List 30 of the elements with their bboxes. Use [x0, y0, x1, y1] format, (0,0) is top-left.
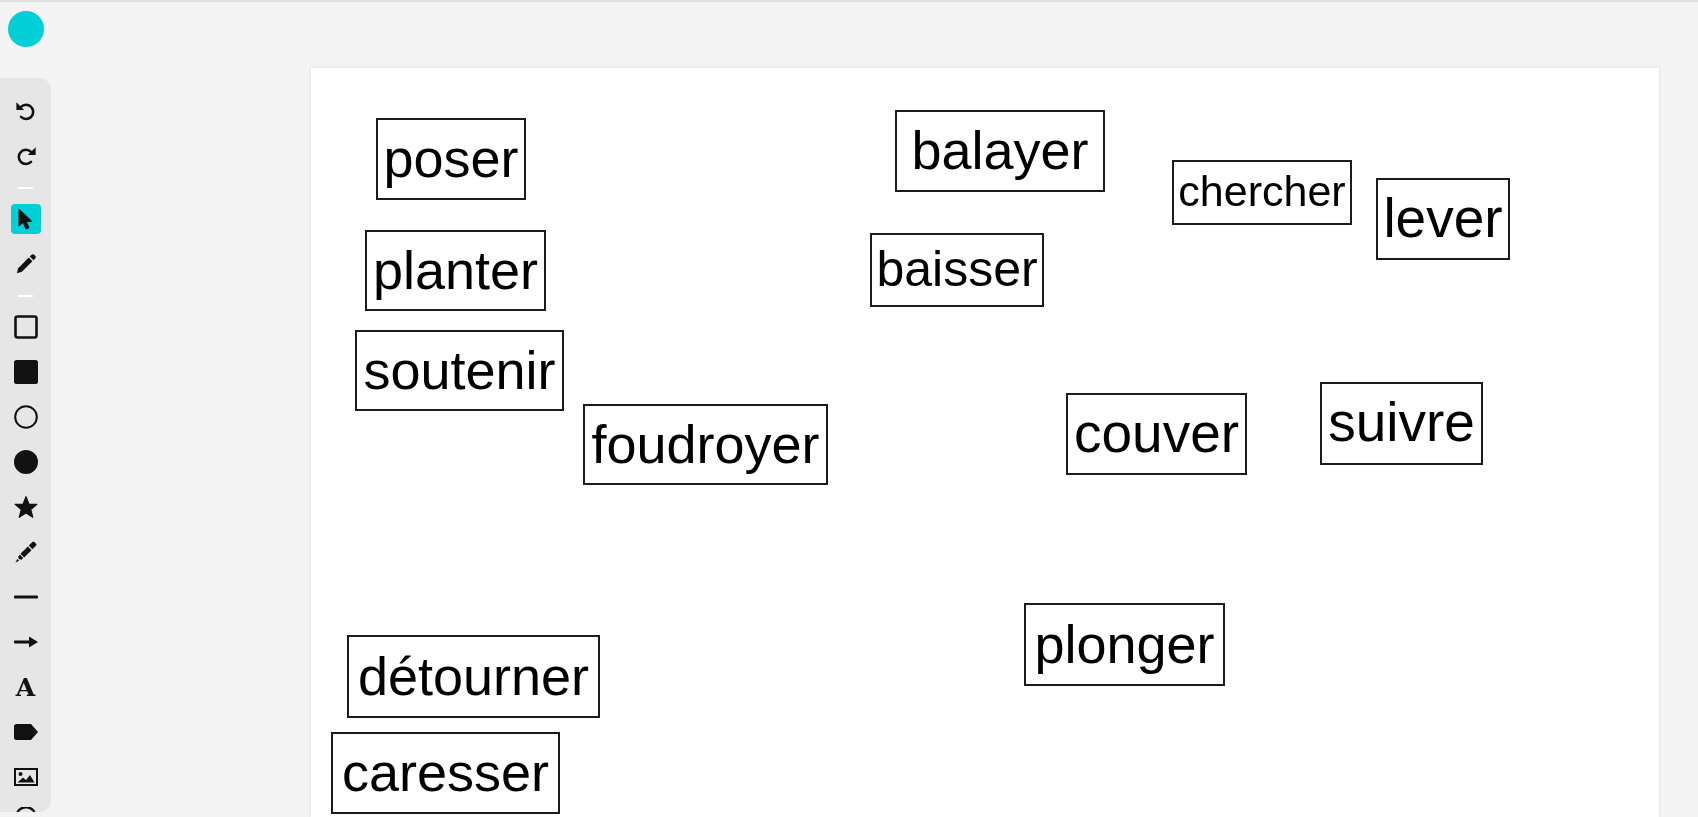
line-icon — [13, 595, 38, 599]
undo-icon — [14, 100, 37, 122]
marker-icon — [14, 541, 37, 563]
word-card: planter — [365, 230, 546, 311]
square-icon — [13, 315, 38, 339]
word-card: lever — [1376, 178, 1510, 260]
arc-icon — [15, 807, 36, 812]
tag-icon — [13, 724, 38, 740]
arrow-icon — [13, 636, 38, 648]
word-card: baisser — [870, 233, 1044, 307]
pencil-icon — [14, 253, 37, 275]
select-tool-button[interactable] — [10, 204, 41, 234]
circle-icon — [13, 405, 38, 429]
star-icon — [13, 495, 38, 519]
word-card: plonger — [1024, 603, 1225, 686]
word-card: chercher — [1172, 160, 1352, 225]
word-card: couver — [1066, 393, 1247, 475]
word-card: suivre — [1320, 382, 1483, 465]
text-tool-button[interactable]: A — [10, 672, 41, 702]
word-card: caresser — [331, 732, 560, 814]
word-card: poser — [376, 118, 526, 200]
image-icon — [13, 768, 38, 786]
cursor-icon — [18, 208, 33, 230]
word-card: foudroyer — [583, 404, 828, 485]
word-card: détourner — [347, 635, 600, 718]
word-card: balayer — [895, 110, 1105, 192]
filled-square-icon — [13, 360, 38, 384]
color-swatch-icon[interactable] — [8, 11, 44, 47]
word-card: soutenir — [355, 330, 564, 411]
filled-circle-icon — [13, 450, 38, 474]
